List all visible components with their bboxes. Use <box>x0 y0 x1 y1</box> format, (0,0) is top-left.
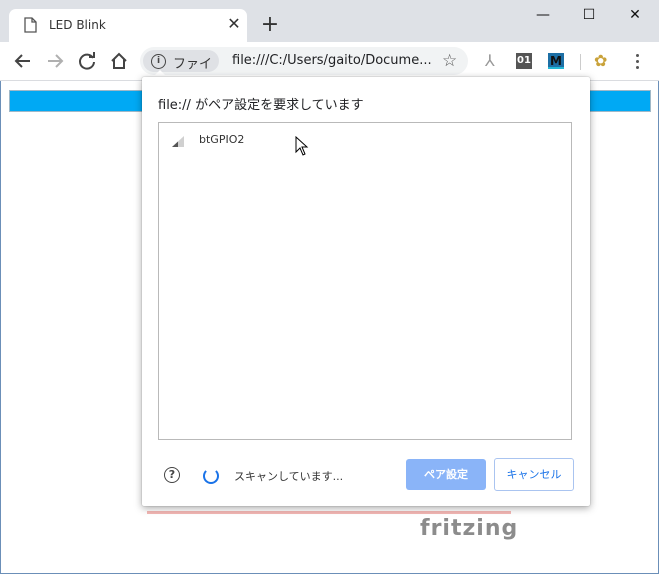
address-bar[interactable]: i ファイル file:///C:/Users/gaito/Docume... … <box>140 47 468 91</box>
home-icon[interactable] <box>108 50 130 72</box>
bluetooth-pair-dialog: file:// がペア設定を要求しています btGPIO2 ? スキャンしていま… <box>142 77 590 506</box>
new-tab-button[interactable]: + <box>259 14 281 36</box>
pdf-extension-icon[interactable]: ⅄ <box>485 53 501 69</box>
mouse-cursor-icon <box>295 136 309 156</box>
toolbar-separator <box>580 54 581 70</box>
url-text[interactable]: file:///C:/Users/gaito/Docume... <box>232 53 432 68</box>
close-window-button[interactable]: ✕ <box>612 0 658 30</box>
maximize-button[interactable]: ☐ <box>566 0 612 30</box>
browser-toolbar: i ファイル file:///C:/Users/gaito/Docume... … <box>0 42 659 91</box>
bookmark-star-icon[interactable]: ☆ <box>442 51 457 71</box>
menu-kebab-icon[interactable] <box>629 51 645 71</box>
m-extension-icon[interactable]: M <box>548 53 564 69</box>
scan-status-text: スキャンしています... <box>234 470 344 483</box>
tab-title: LED Blink <box>49 18 106 32</box>
device-list: btGPIO2 <box>158 122 572 440</box>
tab-led-blink[interactable]: LED Blink ✕ <box>9 9 247 42</box>
pair-button[interactable]: ペア設定 <box>406 459 486 490</box>
profile-extension-icon[interactable]: ✿ <box>594 53 610 69</box>
minimize-button[interactable]: — <box>520 0 566 30</box>
device-name: btGPIO2 <box>199 133 245 146</box>
forward-icon[interactable] <box>44 50 66 72</box>
fritzing-logo: fritzing <box>420 516 519 541</box>
title-bar: LED Blink ✕ + — ☐ ✕ <box>0 0 659 42</box>
site-info-chip[interactable]: i ファイル <box>143 50 219 91</box>
cancel-button[interactable]: キャンセル <box>494 458 574 491</box>
help-icon[interactable]: ? <box>164 467 180 483</box>
binary-extension-icon[interactable]: 01 <box>516 53 532 69</box>
signal-strength-icon <box>172 136 184 147</box>
page-divider <box>147 511 511 514</box>
document-icon <box>24 17 37 33</box>
dialog-title: file:// がペア設定を要求しています <box>158 98 364 113</box>
tab-close-icon[interactable]: ✕ <box>224 14 244 34</box>
back-icon[interactable] <box>12 50 34 72</box>
reload-icon[interactable] <box>76 50 98 72</box>
info-icon: i <box>151 54 166 69</box>
list-item-device[interactable]: btGPIO2 <box>160 129 570 151</box>
scanning-spinner-icon <box>203 468 219 484</box>
